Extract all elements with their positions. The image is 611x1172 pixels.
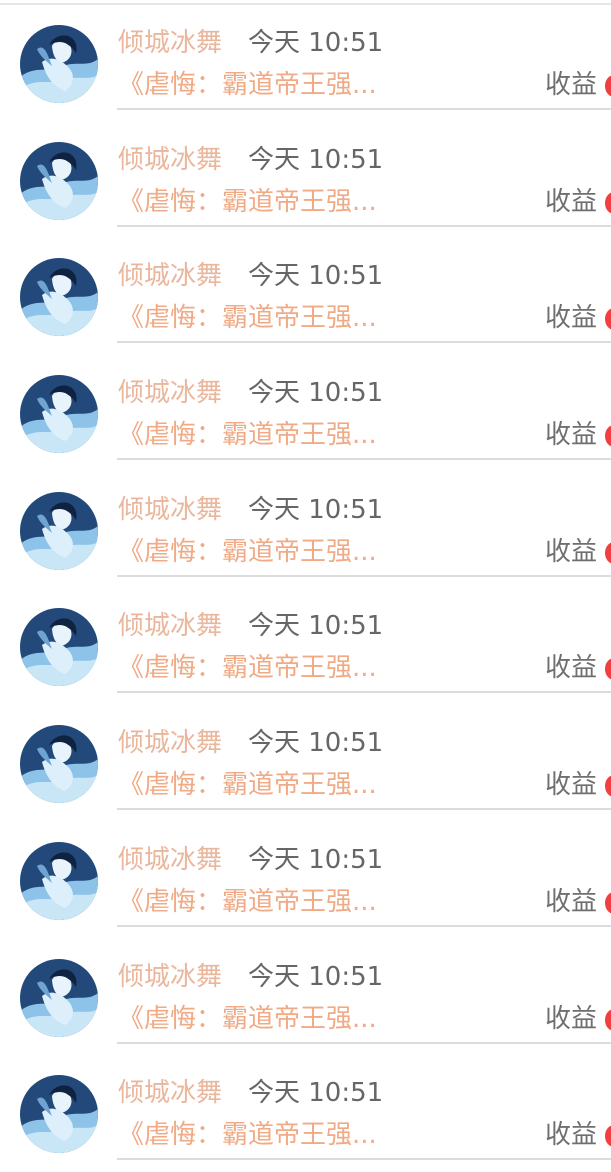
earnings-label[interactable]: 收益 (545, 536, 597, 568)
earnings-label[interactable]: 收益 (545, 419, 597, 451)
timestamp: 今天 10:51 (248, 144, 384, 175)
list-item[interactable]: 倾城冰舞 今天 10:51 《虐悔：霸道帝王强... 收益 (0, 5, 611, 122)
avatar-illustration-icon (20, 141, 98, 220)
author-name: 倾城冰舞 (118, 261, 223, 292)
red-dot-icon (605, 891, 611, 914)
avatar[interactable] (20, 725, 98, 804)
avatar-illustration-icon (20, 491, 98, 570)
avatar-illustration-icon (20, 1075, 98, 1154)
author-name: 倾城冰舞 (118, 1078, 223, 1109)
red-dot-icon (605, 1008, 611, 1031)
avatar[interactable] (20, 608, 98, 687)
timestamp: 今天 10:51 (248, 611, 384, 642)
timestamp: 今天 10:51 (248, 844, 384, 875)
avatar[interactable] (20, 1075, 98, 1154)
red-dot-icon (605, 1125, 611, 1148)
book-title[interactable]: 《虐悔：霸道帝王强... (118, 769, 390, 801)
author-name: 倾城冰舞 (118, 494, 223, 525)
earnings-label[interactable]: 收益 (545, 886, 597, 918)
row-divider (117, 1041, 611, 1044)
row-divider (117, 458, 611, 461)
earnings-label[interactable]: 收益 (545, 302, 597, 334)
timestamp: 今天 10:51 (248, 378, 384, 409)
avatar-illustration-icon (20, 25, 98, 103)
list-item[interactable]: 倾城冰舞 今天 10:51 《虐悔：霸道帝王强... 收益 (0, 588, 611, 705)
list-item[interactable]: 倾城冰舞 今天 10:51 《虐悔：霸道帝王强... 收益 (0, 822, 611, 939)
book-title[interactable]: 《虐悔：霸道帝王强... (118, 419, 390, 451)
row-divider (117, 808, 611, 811)
book-title[interactable]: 《虐悔：霸道帝王强... (118, 536, 390, 568)
book-title[interactable]: 《虐悔：霸道帝王强... (118, 302, 390, 334)
list-item[interactable]: 倾城冰舞 今天 10:51 《虐悔：霸道帝王强... 收益 (0, 238, 611, 355)
avatar-illustration-icon (20, 258, 98, 337)
message-list: 倾城冰舞 今天 10:51 《虐悔：霸道帝王强... 收益 倾城冰舞 今天 10… (0, 5, 611, 1172)
earnings-label[interactable]: 收益 (545, 69, 597, 101)
avatar-illustration-icon (20, 958, 98, 1037)
avatar-illustration-icon (20, 725, 98, 804)
avatar[interactable] (20, 141, 98, 220)
row-divider (117, 924, 611, 927)
earnings-label[interactable]: 收益 (545, 1003, 597, 1035)
earnings-label[interactable]: 收益 (545, 769, 597, 801)
avatar[interactable] (20, 958, 98, 1037)
timestamp: 今天 10:51 (248, 28, 384, 58)
book-title[interactable]: 《虐悔：霸道帝王强... (118, 652, 390, 684)
author-name: 倾城冰舞 (118, 961, 223, 992)
earnings-label[interactable]: 收益 (545, 1119, 597, 1151)
avatar[interactable] (20, 375, 98, 454)
earnings-label[interactable]: 收益 (545, 186, 597, 218)
list-item[interactable]: 倾城冰舞 今天 10:51 《虐悔：霸道帝王强... 收益 (0, 355, 611, 472)
red-dot-icon (605, 425, 611, 448)
avatar-illustration-icon (20, 375, 98, 454)
red-dot-icon (605, 658, 611, 681)
avatar-illustration-icon (20, 608, 98, 687)
book-title[interactable]: 《虐悔：霸道帝王强... (118, 69, 390, 101)
author-name: 倾城冰舞 (118, 844, 223, 875)
row-divider (117, 108, 611, 110)
red-dot-icon (605, 191, 611, 214)
author-name: 倾城冰舞 (118, 28, 223, 58)
author-name: 倾城冰舞 (118, 611, 223, 642)
row-divider (117, 691, 611, 694)
list-item[interactable]: 倾城冰舞 今天 10:51 《虐悔：霸道帝王强... 收益 (0, 122, 611, 239)
timestamp: 今天 10:51 (248, 1078, 384, 1109)
avatar[interactable] (20, 491, 98, 570)
earnings-label[interactable]: 收益 (545, 652, 597, 684)
book-title[interactable]: 《虐悔：霸道帝王强... (118, 1003, 390, 1035)
timestamp: 今天 10:51 (248, 961, 384, 992)
list-item[interactable]: 倾城冰舞 今天 10:51 《虐悔：霸道帝王强... 收益 (0, 939, 611, 1056)
row-divider (117, 341, 611, 344)
red-dot-icon (605, 308, 611, 331)
list-item[interactable]: 倾城冰舞 今天 10:51 《虐悔：霸道帝王强... 收益 (0, 1055, 611, 1172)
book-title[interactable]: 《虐悔：霸道帝王强... (118, 886, 390, 918)
avatar[interactable] (20, 841, 98, 920)
book-title[interactable]: 《虐悔：霸道帝王强... (118, 186, 390, 218)
author-name: 倾城冰舞 (118, 378, 223, 409)
red-dot-icon (605, 541, 611, 564)
timestamp: 今天 10:51 (248, 261, 384, 292)
row-divider (117, 224, 611, 227)
list-item[interactable]: 倾城冰舞 今天 10:51 《虐悔：霸道帝王强... 收益 (0, 472, 611, 589)
row-divider (117, 574, 611, 577)
author-name: 倾城冰舞 (118, 728, 223, 759)
red-dot-icon (605, 775, 611, 798)
book-title[interactable]: 《虐悔：霸道帝王强... (118, 1119, 390, 1151)
avatar[interactable] (20, 258, 98, 337)
avatar-illustration-icon (20, 841, 98, 920)
avatar[interactable] (20, 25, 98, 103)
red-dot-icon (605, 75, 611, 97)
timestamp: 今天 10:51 (248, 494, 384, 525)
timestamp: 今天 10:51 (248, 728, 384, 759)
list-item[interactable]: 倾城冰舞 今天 10:51 《虐悔：霸道帝王强... 收益 (0, 705, 611, 822)
author-name: 倾城冰舞 (118, 144, 223, 175)
